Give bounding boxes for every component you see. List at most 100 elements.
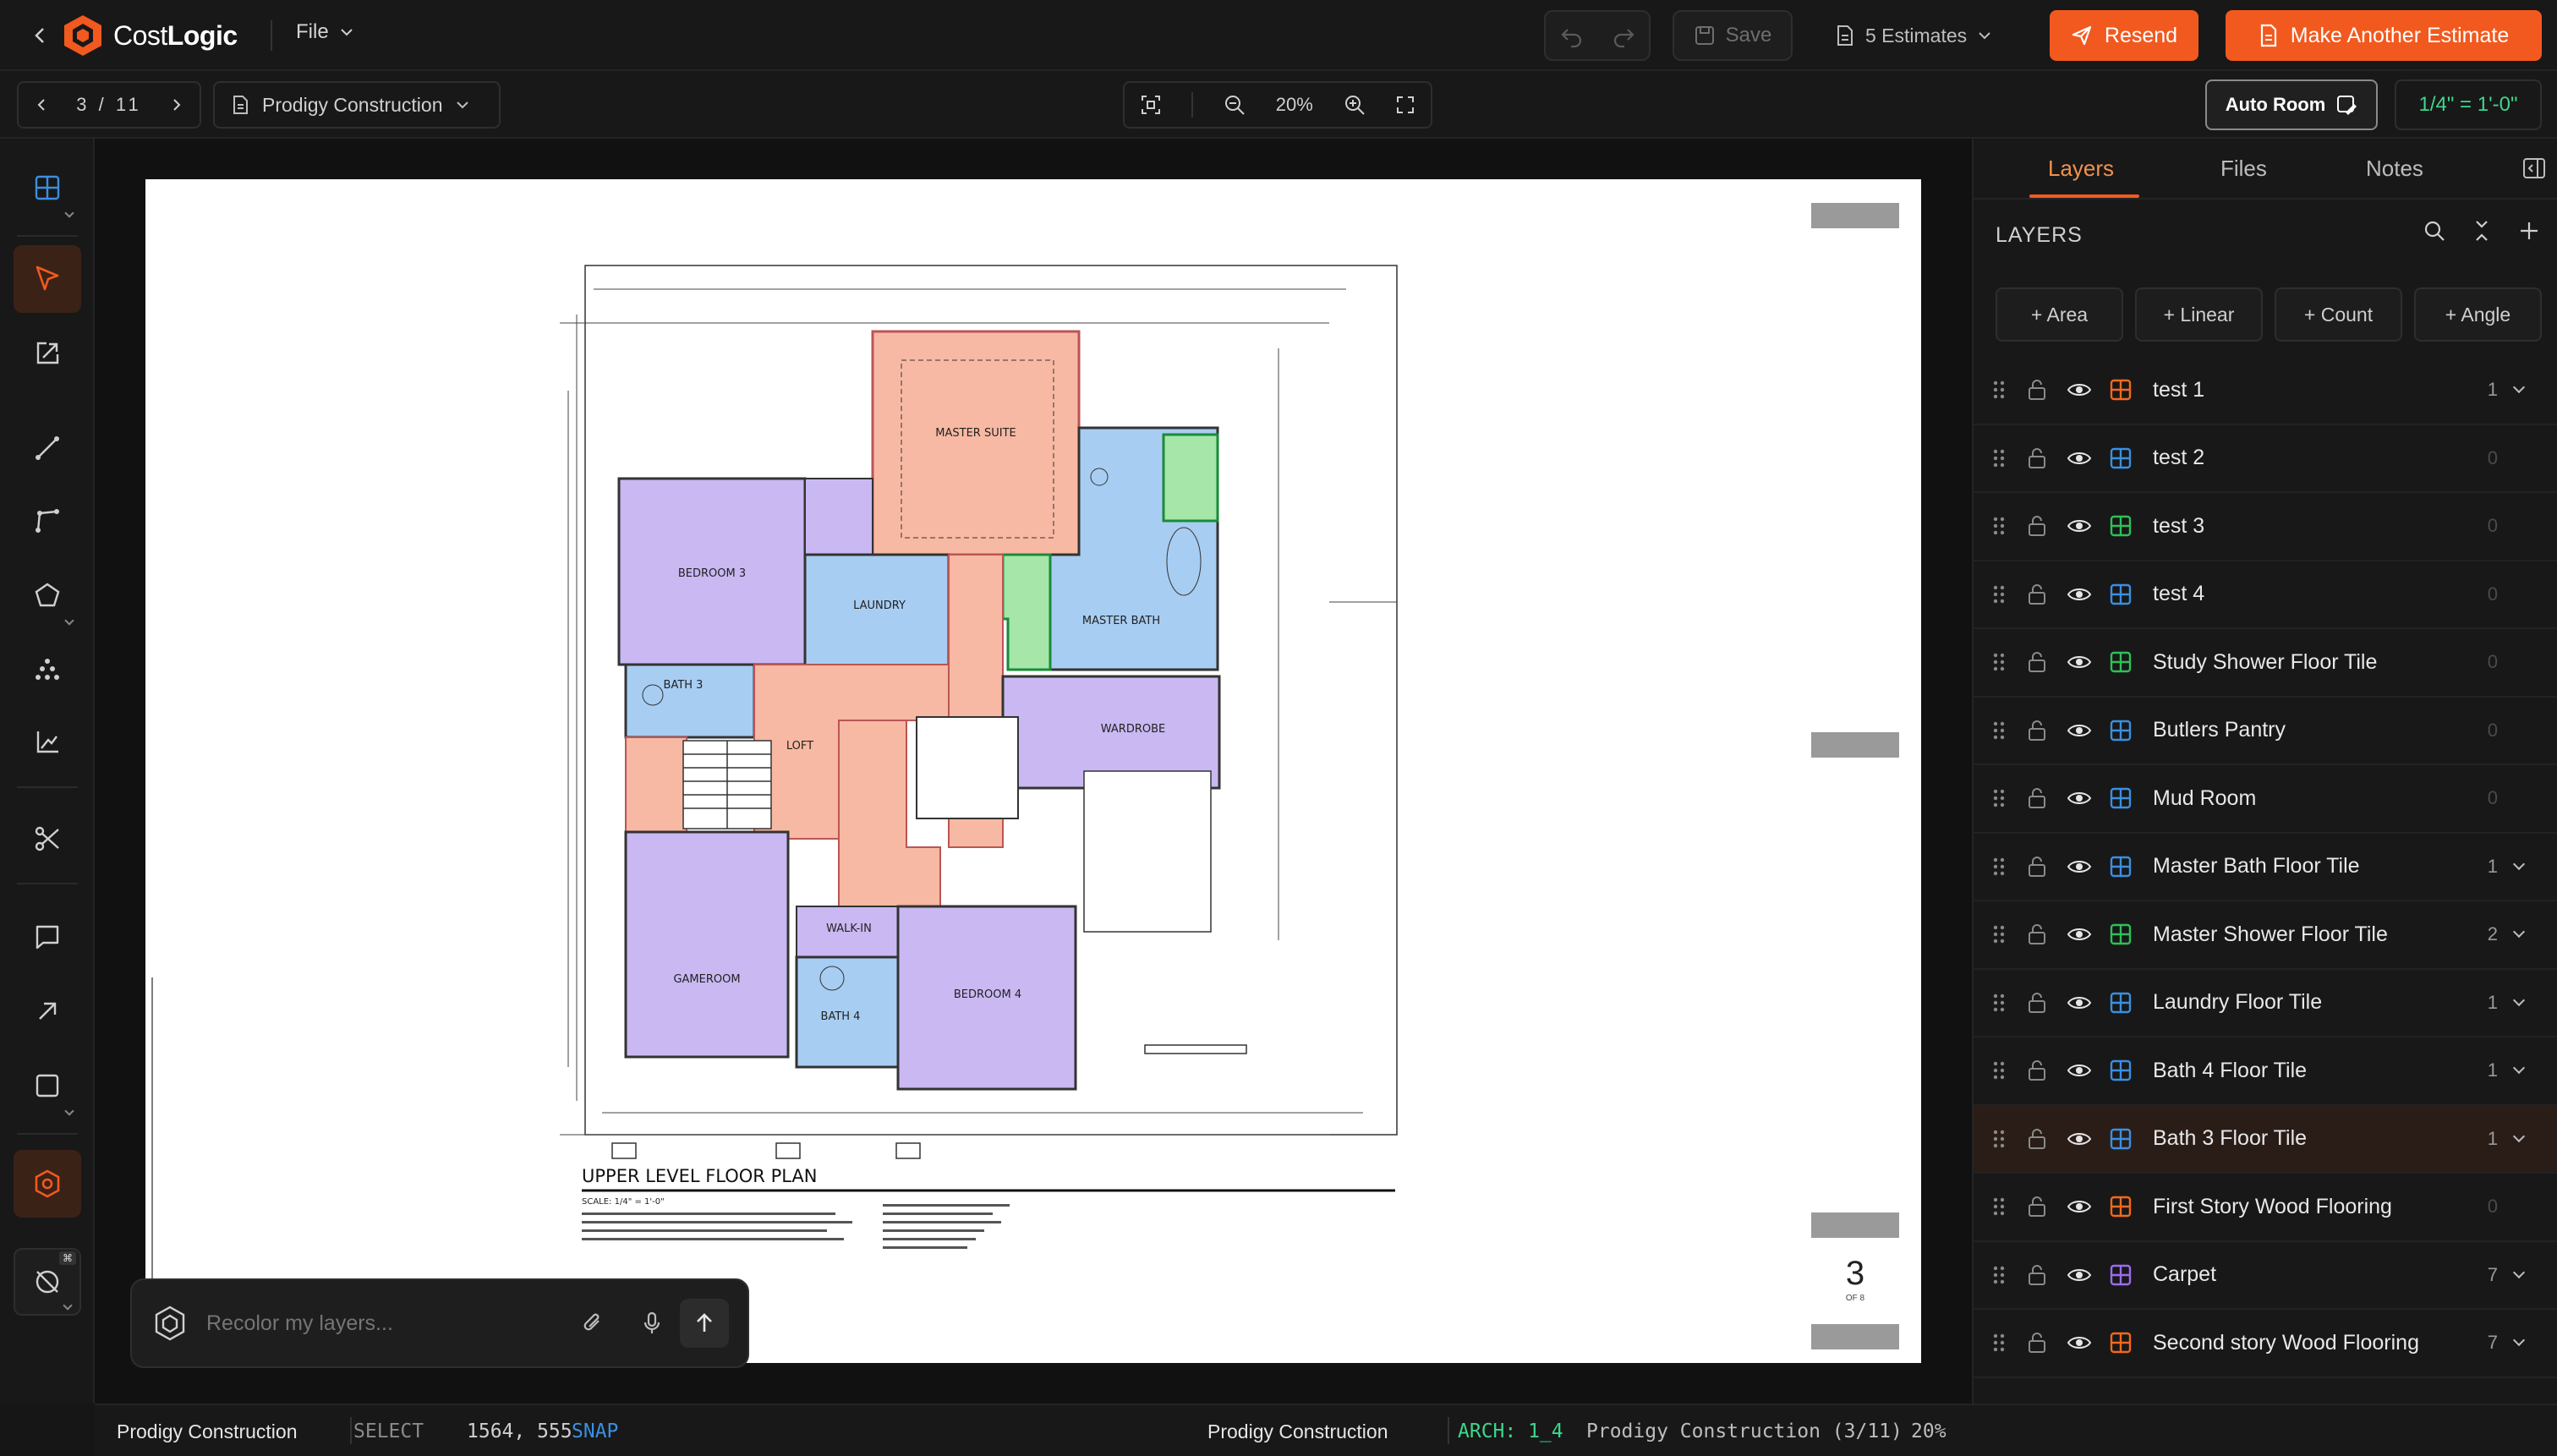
area-tool[interactable] [14,561,81,629]
unlock-icon[interactable] [2026,378,2048,402]
layer-row[interactable]: First Story Wood Flooring 0 [1974,1174,2557,1242]
chevron-left-icon[interactable] [34,97,49,112]
drag-handle-icon[interactable] [1992,720,2006,742]
unlock-icon[interactable] [2026,1195,2048,1218]
unlock-icon[interactable] [2026,922,2048,946]
comment-tool[interactable] [14,903,81,971]
count-tool[interactable] [14,636,81,703]
chevron-down-icon[interactable] [2512,1062,2526,1075]
drag-handle-icon[interactable] [1992,1264,2006,1286]
unlock-icon[interactable] [2026,446,2048,470]
chevron-down-icon[interactable] [2512,1334,2526,1347]
layer-row[interactable]: Bath 3 Floor Tile 1 [1974,1105,2557,1174]
unlock-icon[interactable] [2026,991,2048,1015]
app-logo[interactable]: CostLogic [61,12,238,59]
arrow-tool[interactable] [14,977,81,1045]
chevron-down-icon[interactable] [2512,1266,2526,1278]
layer-row[interactable]: Master Bath Floor Tile 1 [1974,834,2557,901]
eye-icon[interactable] [2067,517,2092,535]
shape-tool[interactable] [14,1052,81,1119]
eye-icon[interactable] [2067,1130,2092,1148]
chevron-down-icon[interactable] [2512,926,2526,939]
layer-row[interactable]: Mud Room 0 [1974,765,2557,834]
layer-row[interactable]: test 1 1 [1974,357,2557,425]
zoom-out-icon[interactable] [1224,94,1246,116]
tab-layers[interactable]: Layers [2048,156,2114,182]
eye-icon[interactable] [2067,585,2092,604]
drag-handle-icon[interactable] [1992,992,2006,1014]
plus-icon[interactable] [2516,218,2542,244]
layer-row[interactable]: Study Shower Floor Tile 0 [1974,629,2557,698]
tab-files[interactable]: Files [2220,156,2267,182]
layer-row[interactable]: Carpet 7 [1974,1242,2557,1310]
ai-assistant-tool[interactable] [14,1150,81,1218]
unlock-icon[interactable] [2026,650,2048,674]
drag-handle-icon[interactable] [1992,1128,2006,1150]
unlock-icon[interactable] [2026,1331,2048,1355]
zoom-level[interactable]: 20% [1276,94,1313,116]
search-icon[interactable] [2422,218,2447,244]
chevron-down-icon[interactable] [2512,1130,2526,1142]
plan-sheet[interactable]: MASTER SUITE BEDROOM 3 LAUNDRY MASTER BA… [145,179,1921,1363]
chevron-down-icon[interactable] [2512,857,2526,870]
estimates-dropdown[interactable]: 5 Estimates [1835,17,1992,54]
layer-row[interactable]: Bath 4 Floor Tile 1 [1974,1037,2557,1106]
paperclip-icon[interactable] [580,1311,605,1336]
unlock-icon[interactable] [2026,719,2048,742]
make-another-estimate-button[interactable]: Make Another Estimate [2226,10,2542,61]
drag-handle-icon[interactable] [1992,379,2006,401]
drag-handle-icon[interactable] [1992,1196,2006,1218]
cut-tool[interactable] [14,805,81,873]
auto-room-button[interactable]: Auto Room [2205,79,2378,130]
eye-icon[interactable] [2067,1333,2092,1352]
page-indicator[interactable]: 3 / 11 [76,94,141,116]
save-button[interactable]: Save [1673,10,1793,61]
drawing-canvas[interactable]: MASTER SUITE BEDROOM 3 LAUNDRY MASTER BA… [95,139,1972,1404]
microphone-icon[interactable] [639,1311,665,1336]
drag-handle-icon[interactable] [1992,651,2006,673]
tab-notes[interactable]: Notes [2366,156,2423,182]
add-area-button[interactable]: + Area [1996,287,2123,342]
select-tool[interactable] [14,245,81,313]
angle-tool[interactable] [14,709,81,776]
linear-tool[interactable] [14,414,81,482]
unlock-icon[interactable] [2026,1263,2048,1287]
chevron-right-icon[interactable] [169,97,184,112]
unlock-icon[interactable] [2026,1127,2048,1151]
drag-handle-icon[interactable] [1992,447,2006,469]
layer-row[interactable]: Butlers Pantry 0 [1974,698,2557,765]
unlock-icon[interactable] [2026,514,2048,538]
eye-icon[interactable] [2067,1061,2092,1080]
eye-icon[interactable] [2067,925,2092,944]
eye-icon[interactable] [2067,789,2092,807]
layer-row[interactable]: test 2 0 [1974,425,2557,493]
layer-row[interactable]: Laundry Floor Tile 1 [1974,970,2557,1037]
eye-icon[interactable] [2067,721,2092,740]
grid-view-button[interactable] [14,154,81,222]
unlock-icon[interactable] [2026,1059,2048,1082]
add-linear-button[interactable]: + Linear [2135,287,2263,342]
drag-handle-icon[interactable] [1992,583,2006,605]
eye-icon[interactable] [2067,857,2092,876]
eye-icon[interactable] [2067,653,2092,671]
drag-handle-icon[interactable] [1992,1059,2006,1081]
back-button[interactable] [25,20,56,51]
collapse-all-icon[interactable] [2469,218,2494,244]
chevron-down-icon[interactable] [2512,381,2526,394]
scale-button[interactable]: 1/4" = 1'-0" [2395,79,2542,130]
eye-icon[interactable] [2067,449,2092,468]
ai-send-button[interactable] [680,1299,729,1348]
drag-handle-icon[interactable] [1992,923,2006,945]
eye-icon[interactable] [2067,1266,2092,1284]
zoom-in-icon[interactable] [1344,94,1366,116]
add-angle-button[interactable]: + Angle [2414,287,2542,342]
unlock-icon[interactable] [2026,583,2048,606]
unlock-icon[interactable] [2026,855,2048,879]
snap-toggle[interactable]: ⌘ [14,1248,81,1316]
layer-row[interactable]: Second story Wood Flooring 7 [1974,1310,2557,1378]
layer-row[interactable]: test 3 0 [1974,493,2557,561]
resend-button[interactable]: Resend [2050,10,2198,61]
layer-row[interactable]: test 4 0 [1974,561,2557,629]
unlock-icon[interactable] [2026,786,2048,810]
eye-icon[interactable] [2067,380,2092,399]
